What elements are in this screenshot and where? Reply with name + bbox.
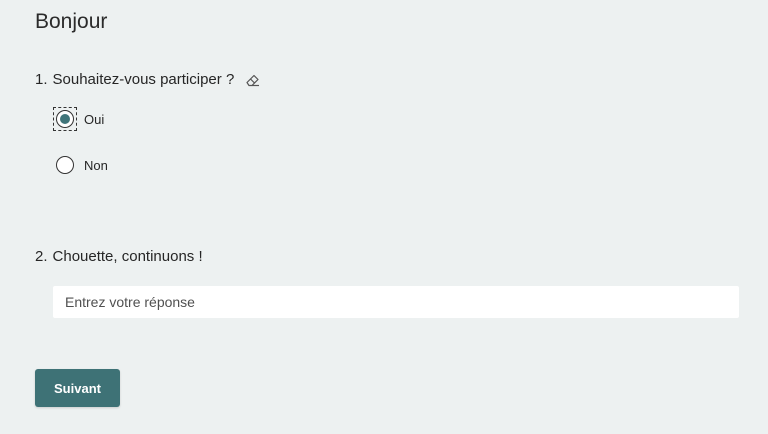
question-text: Souhaitez-vous participer ? — [52, 70, 235, 88]
option-label: Oui — [84, 111, 105, 127]
option-non[interactable]: Non — [54, 154, 108, 176]
eraser-icon[interactable] — [244, 70, 262, 88]
next-button[interactable]: Suivant — [35, 369, 120, 407]
answer-input[interactable] — [53, 286, 739, 318]
radio-button-checked[interactable] — [56, 110, 74, 128]
radio-dot — [60, 114, 70, 124]
question-text: Chouette, continuons ! — [52, 248, 203, 265]
radio-non[interactable] — [54, 154, 76, 176]
question-number: 1. — [35, 70, 48, 88]
question-2: 2. Chouette, continuons ! — [35, 248, 203, 265]
question-number: 2. — [35, 248, 48, 265]
question-1: 1. Souhaitez-vous participer ? — [35, 70, 262, 88]
option-oui[interactable]: Oui — [53, 107, 105, 131]
form-title: Bonjour — [35, 10, 108, 33]
option-label: Non — [84, 157, 108, 173]
radio-button[interactable] — [56, 156, 74, 174]
radio-oui[interactable] — [53, 107, 77, 131]
